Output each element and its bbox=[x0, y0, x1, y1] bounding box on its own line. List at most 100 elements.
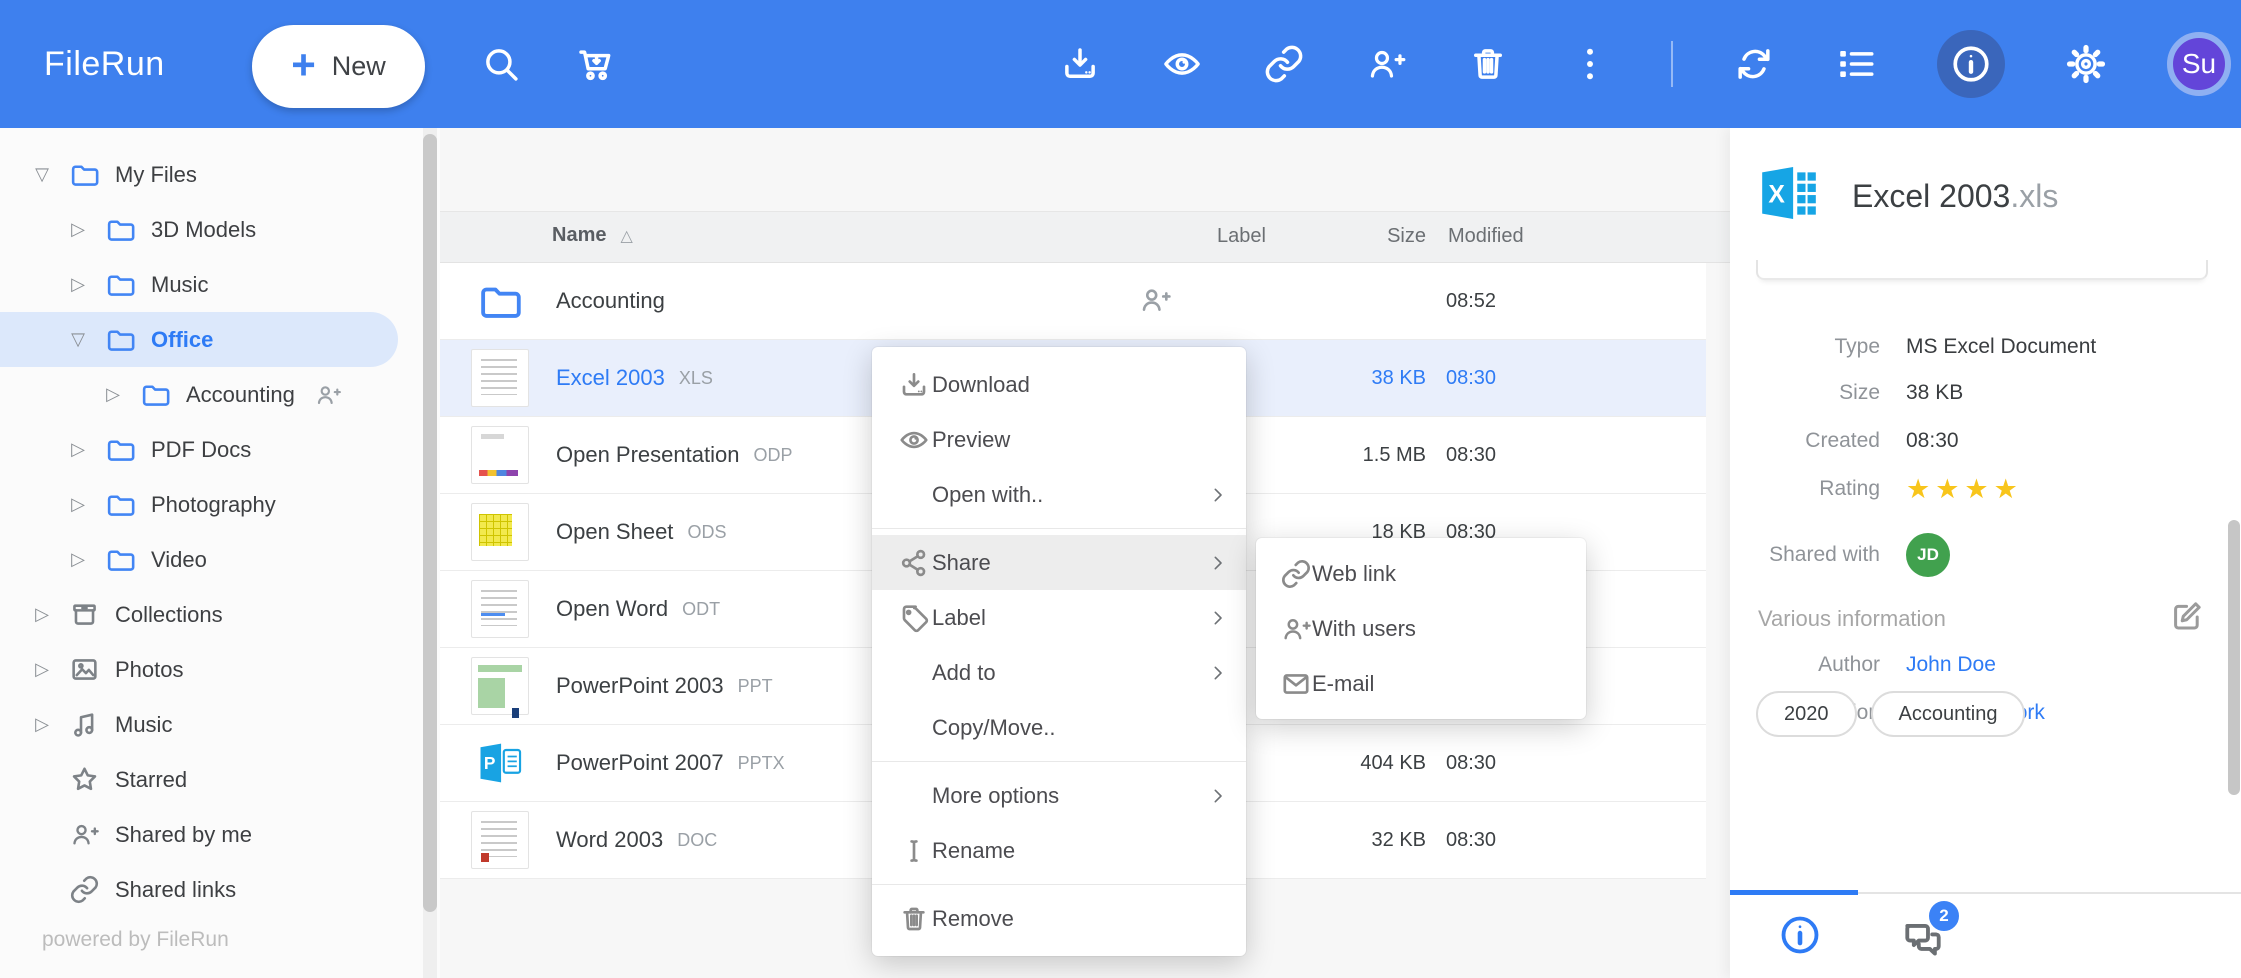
caret-right-icon[interactable]: ▷ bbox=[30, 659, 54, 680]
user-avatar[interactable]: Su bbox=[2167, 32, 2231, 96]
panel-scrollbar-thumb[interactable] bbox=[2228, 520, 2240, 795]
menu-item-copy-move[interactable]: Copy/Move.. bbox=[872, 700, 1246, 755]
column-header-modified[interactable]: Modified bbox=[1448, 225, 1524, 248]
collections-box-icon bbox=[69, 599, 100, 630]
new-button[interactable]: + New bbox=[252, 25, 425, 108]
caret-right-icon[interactable]: ▷ bbox=[30, 604, 54, 625]
submenu-item-web-link[interactable]: Web link bbox=[1256, 546, 1586, 601]
menu-item-add-to[interactable]: Add to bbox=[872, 645, 1246, 700]
sidebar-item-office-selected[interactable]: ▽ Office bbox=[0, 312, 398, 367]
menu-item-label-tag[interactable]: Label bbox=[872, 590, 1246, 645]
comments-count-badge: 2 bbox=[1926, 898, 1962, 934]
rating-stars[interactable]: ★★★★ bbox=[1906, 474, 2023, 505]
more-actions-button[interactable] bbox=[1569, 43, 1611, 85]
caret-right-icon[interactable]: ▷ bbox=[101, 384, 125, 405]
detail-label: Type bbox=[1730, 335, 1880, 359]
sidebar-item-collections[interactable]: ▷ Collections bbox=[0, 587, 424, 642]
shared-user-avatar[interactable]: JD bbox=[1906, 533, 1950, 577]
sidebar-item-3d-models[interactable]: ▷ 3D Models bbox=[0, 202, 424, 257]
sidebar-item-photos[interactable]: ▷ Photos bbox=[0, 642, 424, 697]
file-extension: PPTX bbox=[738, 753, 785, 774]
detail-label: Shared with bbox=[1730, 543, 1880, 567]
sidebar-item-label: Office bbox=[151, 327, 213, 353]
menu-item-label: Download bbox=[932, 372, 1030, 398]
sidebar-item-pdf-docs[interactable]: ▷ PDF Docs bbox=[0, 422, 424, 477]
sidebar-item-label: Shared by me bbox=[115, 822, 252, 848]
detail-label: Created bbox=[1730, 429, 1880, 453]
submenu-chevron-icon bbox=[1206, 483, 1230, 507]
column-name-label: Name bbox=[552, 224, 606, 247]
info-panel-toggle-active[interactable] bbox=[1937, 30, 2005, 98]
caret-right-icon[interactable]: ▷ bbox=[66, 219, 90, 240]
sidebar-item-shared-links[interactable]: Shared links bbox=[0, 862, 424, 917]
active-tab-indicator bbox=[1730, 890, 1858, 895]
menu-item-label: Copy/Move.. bbox=[932, 715, 1056, 741]
edit-metadata-button[interactable] bbox=[2169, 598, 2205, 634]
menu-item-share[interactable]: Share bbox=[872, 535, 1246, 590]
sidebar-item-label: 3D Models bbox=[151, 217, 256, 243]
delete-button[interactable] bbox=[1467, 43, 1509, 85]
file-size: 404 KB bbox=[1286, 752, 1426, 775]
column-header-name[interactable]: Name △ bbox=[552, 224, 633, 247]
submenu-item-with-users[interactable]: With users bbox=[1256, 601, 1586, 656]
sidebar-item-my-files[interactable]: ▽ My Files bbox=[0, 147, 424, 202]
tab-info[interactable] bbox=[1777, 912, 1823, 958]
tag-list: 2020 Accounting bbox=[1756, 691, 2025, 737]
menu-item-download[interactable]: Download bbox=[872, 357, 1246, 412]
settings-button[interactable] bbox=[2065, 43, 2107, 85]
search-button[interactable] bbox=[480, 43, 522, 85]
sidebar-item-starred[interactable]: Starred bbox=[0, 752, 424, 807]
caret-right-icon[interactable]: ▷ bbox=[66, 274, 90, 295]
sidebar-item-shared-by-me[interactable]: Shared by me bbox=[0, 807, 424, 862]
file-row-accounting[interactable]: Accounting 08:52 bbox=[440, 263, 1706, 340]
download-basket-button[interactable] bbox=[574, 43, 616, 85]
refresh-button[interactable] bbox=[1733, 43, 1775, 85]
sidebar-item-music-library[interactable]: ▷ Music bbox=[0, 697, 424, 752]
list-icon bbox=[1835, 43, 1877, 85]
detail-row-author: Author John Doe bbox=[1730, 642, 2241, 688]
info-button[interactable] bbox=[1949, 42, 1993, 86]
column-header-label[interactable]: Label bbox=[1217, 225, 1266, 248]
menu-item-rename[interactable]: Rename bbox=[872, 823, 1246, 878]
caret-down-icon[interactable]: ▽ bbox=[30, 164, 54, 185]
caret-right-icon[interactable]: ▷ bbox=[66, 494, 90, 515]
sidebar-item-video[interactable]: ▷ Video bbox=[0, 532, 424, 587]
menu-item-label: Add to bbox=[932, 660, 996, 686]
web-link-button[interactable] bbox=[1263, 43, 1305, 85]
svg-text:X: X bbox=[1768, 181, 1785, 208]
sidebar-item-music-folder[interactable]: ▷ Music bbox=[0, 257, 424, 312]
caret-down-icon[interactable]: ▽ bbox=[66, 329, 90, 350]
column-header-size[interactable]: Size bbox=[1286, 225, 1426, 248]
menu-item-remove[interactable]: Remove bbox=[872, 891, 1246, 946]
submenu-chevron-icon bbox=[1206, 784, 1230, 808]
tag-2020[interactable]: 2020 bbox=[1756, 691, 1857, 737]
person-add-icon bbox=[1256, 613, 1312, 645]
author-link[interactable]: John Doe bbox=[1906, 653, 1996, 677]
list-view-button[interactable] bbox=[1835, 43, 1877, 85]
menu-item-preview[interactable]: Preview bbox=[872, 412, 1246, 467]
sidebar-item-label: PDF Docs bbox=[151, 437, 251, 463]
caret-right-icon[interactable]: ▷ bbox=[66, 439, 90, 460]
detail-label: Size bbox=[1730, 381, 1880, 405]
sidebar-item-accounting[interactable]: ▷ Accounting bbox=[0, 367, 424, 422]
menu-item-open-with[interactable]: Open with.. bbox=[872, 467, 1246, 522]
folder-icon bbox=[140, 379, 171, 410]
file-extension: ODT bbox=[682, 599, 720, 620]
file-name: Accounting bbox=[556, 288, 665, 314]
preview-button[interactable] bbox=[1161, 43, 1203, 85]
file-title-extension: .xls bbox=[2010, 178, 2058, 214]
download-button[interactable] bbox=[1059, 43, 1101, 85]
file-extension: PPT bbox=[738, 676, 773, 697]
link-icon bbox=[69, 874, 100, 905]
submenu-item-email[interactable]: E-mail bbox=[1256, 656, 1586, 711]
share-with-users-button[interactable] bbox=[1365, 43, 1407, 85]
person-add-icon bbox=[1365, 43, 1407, 85]
menu-item-more-options[interactable]: More options bbox=[872, 768, 1246, 823]
sidebar-item-photography[interactable]: ▷ Photography bbox=[0, 477, 424, 532]
caret-right-icon[interactable]: ▷ bbox=[30, 714, 54, 735]
trash-icon bbox=[872, 903, 932, 935]
new-button-label: New bbox=[332, 51, 386, 82]
caret-right-icon[interactable]: ▷ bbox=[66, 549, 90, 570]
sidebar-scrollbar-thumb[interactable] bbox=[423, 134, 437, 912]
tag-accounting[interactable]: Accounting bbox=[1871, 691, 2026, 737]
